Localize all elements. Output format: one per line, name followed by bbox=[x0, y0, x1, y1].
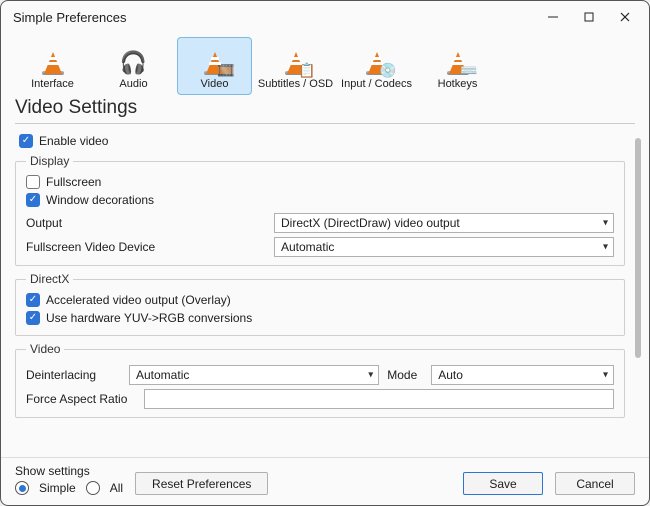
category-label: Hotkeys bbox=[438, 78, 478, 90]
category-subtitles[interactable]: 📋 Subtitles / OSD bbox=[258, 37, 333, 95]
keyboard-icon: ⌨️ bbox=[460, 63, 477, 77]
display-legend: Display bbox=[26, 154, 73, 168]
scrollbar[interactable] bbox=[635, 138, 641, 358]
yuv-label: Use hardware YUV->RGB conversions bbox=[46, 311, 252, 325]
radio-all[interactable] bbox=[86, 481, 100, 495]
minimize-button[interactable] bbox=[535, 3, 571, 31]
category-codecs[interactable]: 💿 Input / Codecs bbox=[339, 37, 414, 95]
show-settings-label: Show settings bbox=[15, 464, 123, 478]
radio-simple-label: Simple bbox=[39, 481, 76, 495]
preferences-window: Simple Preferences Interface 🎧 Audio 🎞️ … bbox=[0, 0, 650, 506]
subtitle-icon: 📋 bbox=[298, 63, 315, 77]
accel-checkbox[interactable] bbox=[26, 293, 40, 307]
headphones-icon: 🎧 bbox=[120, 49, 148, 77]
fullscreen-device-label: Fullscreen Video Device bbox=[26, 240, 266, 254]
fullscreen-checkbox[interactable] bbox=[26, 175, 40, 189]
category-bar: Interface 🎧 Audio 🎞️ Video 📋 Subtitles /… bbox=[1, 33, 649, 95]
fullscreen-row[interactable]: Fullscreen bbox=[26, 173, 614, 191]
maximize-button[interactable] bbox=[571, 3, 607, 31]
directx-legend: DirectX bbox=[26, 272, 73, 286]
close-icon bbox=[619, 11, 631, 23]
radio-all-label: All bbox=[110, 481, 123, 495]
output-label: Output bbox=[26, 216, 266, 230]
enable-video-row[interactable]: Enable video bbox=[19, 132, 625, 150]
titlebar: Simple Preferences bbox=[1, 1, 649, 33]
video-group: Video Deinterlacing Automatic Mode Auto … bbox=[15, 342, 625, 418]
show-settings-group: Show settings Simple All bbox=[15, 464, 123, 495]
minimize-icon bbox=[547, 11, 559, 23]
force-aspect-input[interactable] bbox=[144, 389, 614, 409]
mode-label: Mode bbox=[387, 368, 423, 382]
divider bbox=[15, 123, 635, 124]
force-aspect-label: Force Aspect Ratio bbox=[26, 392, 136, 406]
fullscreen-device-combo[interactable]: Automatic bbox=[274, 237, 614, 257]
disc-icon: 💿 bbox=[379, 63, 396, 77]
window-decorations-label: Window decorations bbox=[46, 193, 154, 207]
category-audio[interactable]: 🎧 Audio bbox=[96, 37, 171, 95]
yuv-row[interactable]: Use hardware YUV->RGB conversions bbox=[26, 309, 614, 327]
category-interface[interactable]: Interface bbox=[15, 37, 90, 95]
accel-label: Accelerated video output (Overlay) bbox=[46, 293, 231, 307]
settings-content: Enable video Display Fullscreen Window d… bbox=[1, 128, 649, 457]
close-button[interactable] bbox=[607, 3, 643, 31]
enable-video-label: Enable video bbox=[39, 134, 108, 148]
reset-preferences-button[interactable]: Reset Preferences bbox=[135, 472, 268, 495]
deinterlacing-combo[interactable]: Automatic bbox=[129, 365, 379, 385]
category-label: Audio bbox=[119, 78, 147, 90]
page-heading: Video Settings bbox=[1, 95, 649, 121]
output-combo[interactable]: DirectX (DirectDraw) video output bbox=[274, 213, 614, 233]
mode-combo[interactable]: Auto bbox=[431, 365, 614, 385]
window-decorations-row[interactable]: Window decorations bbox=[26, 191, 614, 209]
film-icon: 🎞️ bbox=[217, 63, 234, 77]
window-title: Simple Preferences bbox=[13, 10, 126, 25]
category-label: Video bbox=[201, 78, 229, 90]
cancel-button[interactable]: Cancel bbox=[555, 472, 635, 495]
deinterlacing-label: Deinterlacing bbox=[26, 368, 121, 382]
category-video[interactable]: 🎞️ Video bbox=[177, 37, 252, 95]
accel-row[interactable]: Accelerated video output (Overlay) bbox=[26, 291, 614, 309]
window-decorations-checkbox[interactable] bbox=[26, 193, 40, 207]
fullscreen-label: Fullscreen bbox=[46, 175, 101, 189]
category-label: Subtitles / OSD bbox=[258, 78, 333, 90]
category-hotkeys[interactable]: ⌨️ Hotkeys bbox=[420, 37, 495, 95]
yuv-checkbox[interactable] bbox=[26, 311, 40, 325]
radio-simple[interactable] bbox=[15, 481, 29, 495]
enable-video-checkbox[interactable] bbox=[19, 134, 33, 148]
video-legend: Video bbox=[26, 342, 64, 356]
category-label: Input / Codecs bbox=[341, 78, 412, 90]
maximize-icon bbox=[583, 11, 595, 23]
category-label: Interface bbox=[31, 78, 74, 90]
save-button[interactable]: Save bbox=[463, 472, 543, 495]
cone-icon bbox=[38, 47, 68, 77]
display-group: Display Fullscreen Window decorations Ou… bbox=[15, 154, 625, 266]
directx-group: DirectX Accelerated video output (Overla… bbox=[15, 272, 625, 336]
footer: Show settings Simple All Reset Preferenc… bbox=[1, 457, 649, 505]
